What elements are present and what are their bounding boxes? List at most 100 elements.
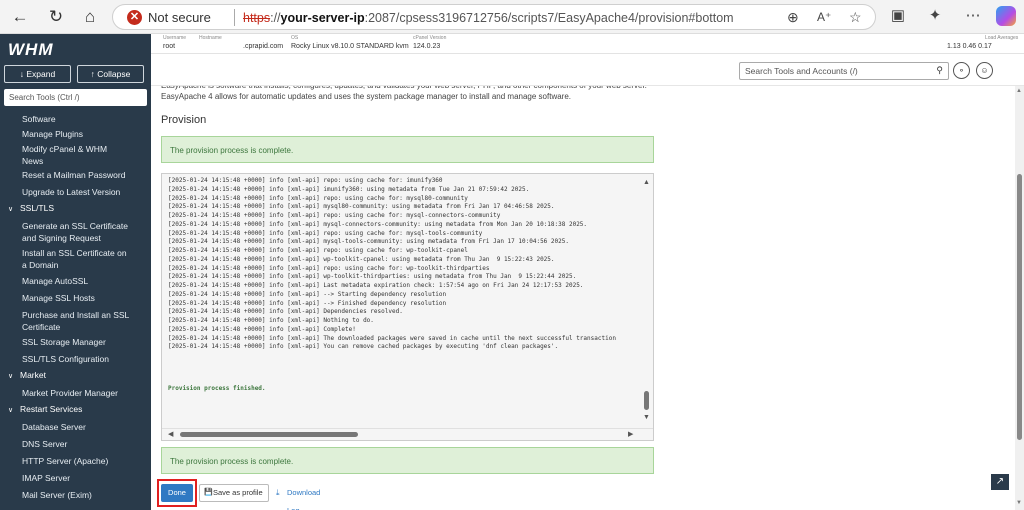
log-line: [2025-01-24 14:15:48 +0000] info [xml-ap…: [168, 255, 555, 263]
chevron-down-icon: ∨: [8, 373, 14, 380]
sidebar-item-dns-server[interactable]: DNS Server: [22, 438, 147, 450]
chevron-down-icon: ∨: [8, 206, 14, 213]
scroll-down-icon[interactable]: ▼: [643, 414, 650, 421]
collapse-button[interactable]: ↑ Collapse: [77, 65, 144, 83]
log-line: [2025-01-24 14:15:48 +0000] info [xml-ap…: [168, 282, 584, 289]
log-line: [2025-01-24 14:15:48 +0000] info [xml-ap…: [168, 308, 403, 316]
sidebar-item-ssl-storage[interactable]: SSL Storage Manager: [22, 336, 147, 348]
load-averages-label: Load Averages: [985, 35, 1019, 41]
url-host: your-server-ip: [280, 11, 365, 25]
sidebar-item-http-server[interactable]: HTTP Server (Apache): [22, 455, 147, 467]
address-bar[interactable]: ✕ Not secure https://your-server-ip:2087…: [112, 4, 876, 30]
log-line: [2025-01-24 14:15:48 +0000] info [xml-ap…: [168, 317, 374, 324]
log-line: [2025-01-24 14:15:48 +0000] info [xml-ap…: [168, 177, 443, 184]
scroll-thumb[interactable]: [1017, 174, 1022, 440]
scroll-left-icon[interactable]: ◀: [168, 430, 173, 438]
log-line: [2025-01-24 14:15:48 +0000] info [xml-ap…: [168, 247, 468, 254]
server-info-bar: Username root Hostname .cprapid.com OS R…: [151, 34, 1024, 54]
log-line: [2025-01-24 14:15:48 +0000] info [xml-ap…: [168, 264, 490, 272]
url-protocol: https: [243, 11, 271, 25]
sidebar-item-database-server[interactable]: Database Server: [22, 421, 147, 433]
sidebar-category-market[interactable]: ∨ Market: [8, 370, 46, 380]
log-line: [2025-01-24 14:15:48 +0000] info [xml-ap…: [168, 290, 447, 298]
log-output: [2025-01-24 14:15:48 +0000] info [xml-ap…: [168, 177, 638, 352]
load-averages-value: 1.13 0.46 0.17: [947, 43, 992, 50]
log-line: [2025-01-24 14:15:48 +0000] info [xml-ap…: [168, 325, 356, 333]
sidebar-item-ssl-config[interactable]: SSL/TLS Configuration: [22, 353, 147, 365]
tools-accounts-search-input[interactable]: Search Tools and Accounts (/) ⚲: [739, 62, 949, 80]
log-line: [2025-01-24 14:15:48 +0000] info [xml-ap…: [168, 229, 483, 237]
url-text[interactable]: https://your-server-ip:2087/cpsess319671…: [243, 11, 734, 25]
sidebar-item-manage-ssl-hosts[interactable]: Manage SSL Hosts: [22, 292, 147, 304]
page-title: Provision: [161, 114, 207, 126]
scroll-thumb[interactable]: [644, 391, 649, 410]
user-account-icon[interactable]: ☺: [976, 62, 993, 79]
log-line: [2025-01-24 14:15:48 +0000] info [xml-ap…: [168, 212, 501, 219]
screenshot-icon[interactable]: ▣: [887, 6, 909, 28]
expand-button[interactable]: ↓ Expand: [4, 65, 71, 83]
username-value: root: [163, 43, 176, 50]
search-icon[interactable]: ⚲: [936, 65, 943, 76]
hostname-value: .cprapid.com: [243, 43, 284, 50]
copilot-icon[interactable]: [996, 6, 1016, 26]
os-value: Rocky Linux v8.10.0 STANDARD kvm: [291, 43, 409, 50]
log-line: [2025-01-24 14:15:48 +0000] info [xml-ap…: [168, 273, 577, 281]
download-icon: ⤓: [276, 488, 280, 497]
home-icon[interactable]: ⌂: [78, 5, 102, 29]
scroll-down-icon[interactable]: ▼: [1016, 500, 1022, 506]
log-vertical-scrollbar[interactable]: ▲ ▼: [641, 174, 653, 430]
sidebar-item-imap-server[interactable]: IMAP Server: [22, 472, 147, 484]
scroll-thumb[interactable]: [180, 432, 358, 437]
log-line: [2025-01-24 14:15:48 +0000] info [xml-ap…: [168, 220, 588, 228]
read-aloud-icon[interactable]: A⁺: [817, 10, 831, 24]
cpanel-version-label: cPanel Version: [413, 35, 447, 41]
back-icon[interactable]: ←: [8, 5, 32, 29]
sidebar-category-ssl[interactable]: ∨ SSL/TLS: [8, 203, 54, 213]
easyapache-description: EasyApache is software that installs, co…: [161, 86, 841, 102]
sidebar-item-manage-plugins[interactable]: Manage Plugins: [22, 128, 147, 140]
sidebar-item-manage-autossl[interactable]: Manage AutoSSL: [22, 275, 147, 287]
chevron-down-icon: ∨: [8, 407, 14, 414]
sidebar-item-install-ssl[interactable]: Install an SSL Certificate on a Domain: [22, 247, 130, 271]
tools-search-row: Search Tools and Accounts (/) ⚲ ⚬ ☺: [151, 54, 1024, 86]
sidebar-search-input[interactable]: Search Tools (Ctrl /): [4, 89, 147, 106]
chart-icon[interactable]: ↗: [991, 474, 1009, 490]
sidebar-item-software[interactable]: Software: [22, 113, 147, 125]
log-line: [2025-01-24 14:15:48 +0000] info [xml-ap…: [168, 185, 530, 193]
more-menu-icon[interactable]: ⋯: [962, 6, 984, 28]
sidebar-item-modify-news[interactable]: Modify cPanel & WHM News: [22, 143, 122, 167]
url-separator: ://: [270, 11, 281, 25]
refresh-icon[interactable]: ↻: [44, 5, 68, 29]
favorite-star-icon[interactable]: ☆: [849, 9, 862, 26]
sidebar-category-restart[interactable]: ∨ Restart Services: [8, 404, 82, 414]
sidebar-item-generate-ssl[interactable]: Generate an SSL Certificate and Signing …: [22, 220, 130, 244]
sidebar-item-market-provider[interactable]: Market Provider Manager: [22, 387, 147, 399]
zoom-icon[interactable]: ⊕: [787, 9, 799, 26]
download-log-link[interactable]: ⤓ Download Log: [276, 484, 320, 510]
sidebar-category-label: Market: [20, 370, 46, 380]
success-alert-top: The provision process is complete.: [161, 136, 654, 163]
scroll-right-icon[interactable]: ▶: [628, 430, 633, 438]
done-button[interactable]: Done: [161, 484, 193, 502]
sidebar-item-reset-mailman[interactable]: Reset a Mailman Password: [22, 169, 147, 181]
log-line: [2025-01-24 14:15:48 +0000] info [xml-ap…: [168, 299, 447, 307]
extensions-icon[interactable]: ✦: [924, 6, 946, 28]
cpanel-version-value: 124.0.23: [413, 43, 441, 50]
sidebar-item-mail-server[interactable]: Mail Server (Exim): [22, 489, 147, 501]
sidebar-item-upgrade[interactable]: Upgrade to Latest Version: [22, 186, 147, 198]
whm-logo: WHM: [8, 40, 54, 59]
log-line: [2025-01-24 14:15:48 +0000] info [xml-ap…: [168, 238, 569, 246]
save-as-profile-button[interactable]: 💾 Save as profile: [199, 484, 269, 502]
save-as-profile-label: Save as profile: [213, 488, 263, 497]
page-scrollbar[interactable]: ▲ ▼: [1015, 86, 1024, 510]
scroll-up-icon[interactable]: ▲: [1016, 88, 1022, 94]
provision-log[interactable]: [2025-01-24 14:15:48 +0000] info [xml-ap…: [161, 173, 654, 441]
log-line: [2025-01-24 14:15:48 +0000] info [xml-ap…: [168, 334, 616, 342]
log-horizontal-scrollbar[interactable]: ◀ ▶: [162, 428, 653, 440]
sidebar-category-label: Restart Services: [20, 404, 83, 414]
not-secure-label: Not secure: [148, 10, 211, 25]
sidebar-item-purchase-ssl[interactable]: Purchase and Install an SSL Certificate: [22, 309, 130, 333]
scroll-up-icon[interactable]: ▲: [643, 179, 650, 186]
download-log-label: Download Log: [287, 488, 321, 510]
notifications-bell-icon[interactable]: ⚬: [953, 62, 970, 79]
